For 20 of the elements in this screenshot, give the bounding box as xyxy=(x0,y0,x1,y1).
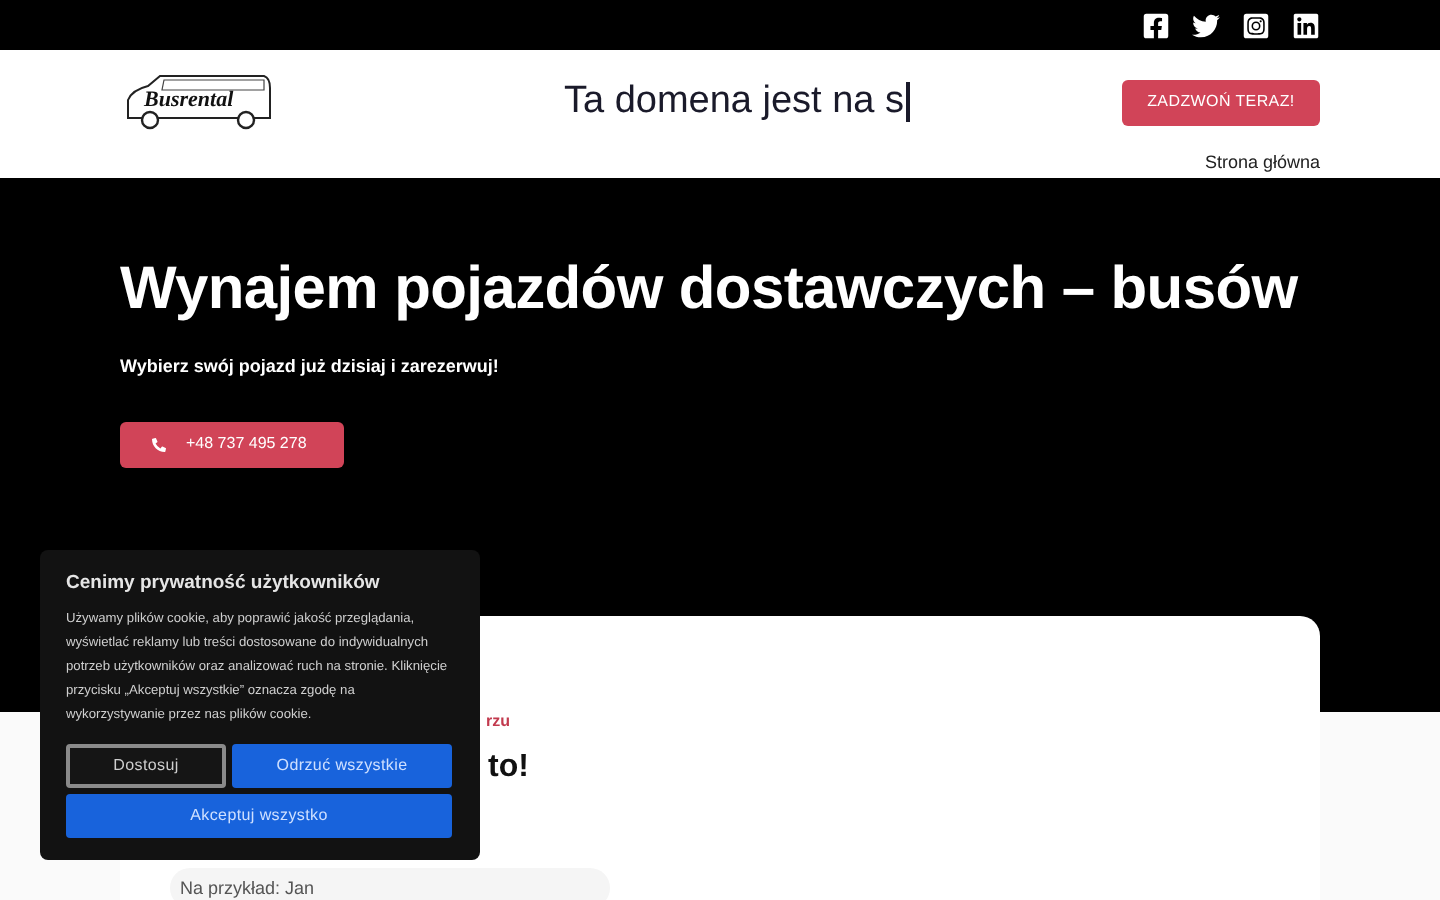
phone-icon xyxy=(152,437,166,451)
linkedin-icon[interactable] xyxy=(1292,11,1320,39)
name-field[interactable]: Na przykład: Jan xyxy=(170,868,610,900)
text-cursor-icon xyxy=(906,82,911,122)
form-heading: to! xyxy=(488,748,531,788)
instagram-icon[interactable] xyxy=(1242,11,1270,39)
form-eyebrow: rzu xyxy=(486,710,512,734)
cookie-title: Cenimy prywatność użytkowników xyxy=(66,570,382,598)
hero-title: Wynajem pojazdów dostawczych – busów xyxy=(120,254,1298,326)
phone-button[interactable]: +48 737 495 278 xyxy=(120,421,344,467)
typing-headline: Ta domena jest na s xyxy=(563,77,905,126)
hero-subtitle: Wybierz swój pojazd już dzisiaj i zarezerwuj! xyxy=(120,354,499,380)
cookie-button[interactable]: Akceptuj wszystko xyxy=(66,794,452,839)
call-now-button[interactable]: ZADZWOŃ TERAZ! xyxy=(1121,79,1320,125)
facebook-icon[interactable] xyxy=(1142,11,1170,39)
logo-text: Busrental xyxy=(144,86,234,116)
nav-link[interactable]: Strona główna xyxy=(1204,149,1320,176)
cookie-button[interactable]: Dostosuj xyxy=(66,744,226,789)
twitter-icon[interactable] xyxy=(1192,11,1220,39)
cookie-button[interactable]: Odrzuć wszystkie xyxy=(232,744,452,789)
